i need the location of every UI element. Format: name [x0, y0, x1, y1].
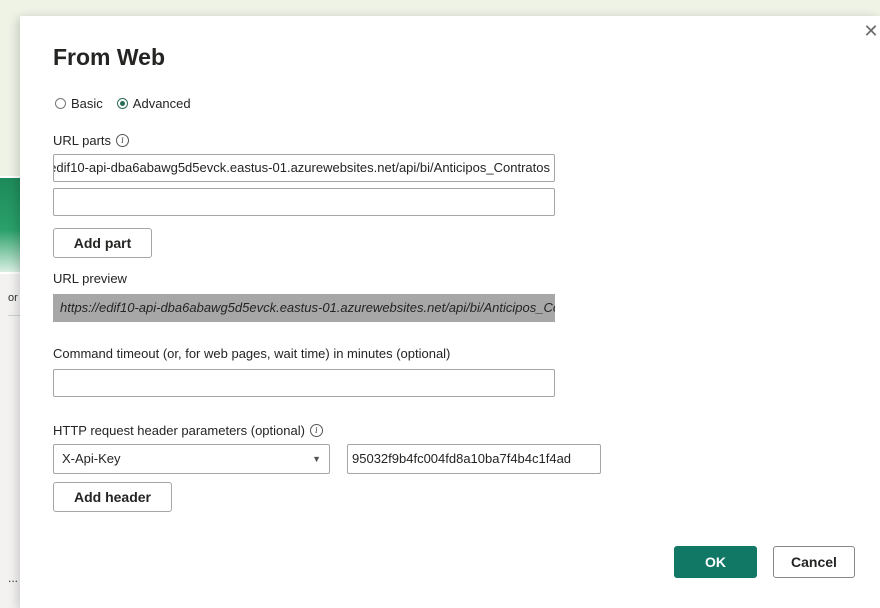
dialog-title: From Web — [53, 44, 166, 70]
timeout-label: Command timeout (or, for web pages, wait… — [53, 346, 451, 361]
timeout-input[interactable] — [53, 369, 555, 397]
advanced-radio-label: Advanced — [132, 96, 191, 111]
header-name-value: X-Api-Key — [62, 451, 121, 466]
header-params-label-row: HTTP request header parameters (optional… — [53, 423, 323, 438]
url-preview-label: URL preview — [53, 271, 127, 286]
add-header-button[interactable]: Add header — [53, 482, 172, 512]
basic-radio-circle[interactable] — [55, 98, 66, 109]
background-ellipsis: ... — [8, 571, 19, 585]
header-params-label: HTTP request header parameters (optional… — [53, 423, 305, 438]
close-icon[interactable]: ✕ — [862, 20, 880, 42]
header-name-dropdown[interactable]: X-Api-Key ▼ — [53, 444, 330, 474]
cancel-button[interactable]: Cancel — [773, 546, 855, 578]
url-part-input-1[interactable]: https://edif10-api-dba6abawg5d5evck.east… — [53, 154, 555, 182]
advanced-radio-circle[interactable] — [116, 98, 128, 109]
mode-radio-group: Basic Advanced — [55, 96, 205, 111]
chevron-down-icon: ▼ — [312, 454, 321, 464]
background-sidebar — [0, 274, 20, 608]
url-part-input-2[interactable] — [53, 188, 555, 216]
header-value-input[interactable]: 95032f9b4fc004fd8a10ba7f4b4c1f4ad — [347, 444, 601, 474]
info-icon[interactable]: i — [116, 134, 130, 147]
url-part-value-1: https://edif10-api-dba6abawg5d5evck.east… — [53, 160, 550, 175]
add-part-button[interactable]: Add part — [53, 228, 152, 258]
advanced-radio[interactable]: Advanced — [116, 96, 191, 111]
background-thumbnail — [0, 178, 20, 272]
basic-radio-label: Basic — [71, 96, 103, 111]
info-icon[interactable]: i — [309, 424, 323, 437]
basic-radio[interactable]: Basic — [55, 96, 103, 111]
url-parts-label-row: URL parts i — [53, 133, 130, 148]
background-divider — [8, 315, 20, 316]
url-preview-field: https://edif10-api-dba6abawg5d5evck.east… — [53, 294, 555, 322]
from-web-dialog: ✕ From Web Basic Advanced URL parts i ht… — [20, 16, 880, 608]
ok-button[interactable]: OK — [674, 546, 757, 578]
url-parts-label: URL parts — [53, 133, 112, 148]
background-fragment-text: or — [8, 292, 18, 304]
